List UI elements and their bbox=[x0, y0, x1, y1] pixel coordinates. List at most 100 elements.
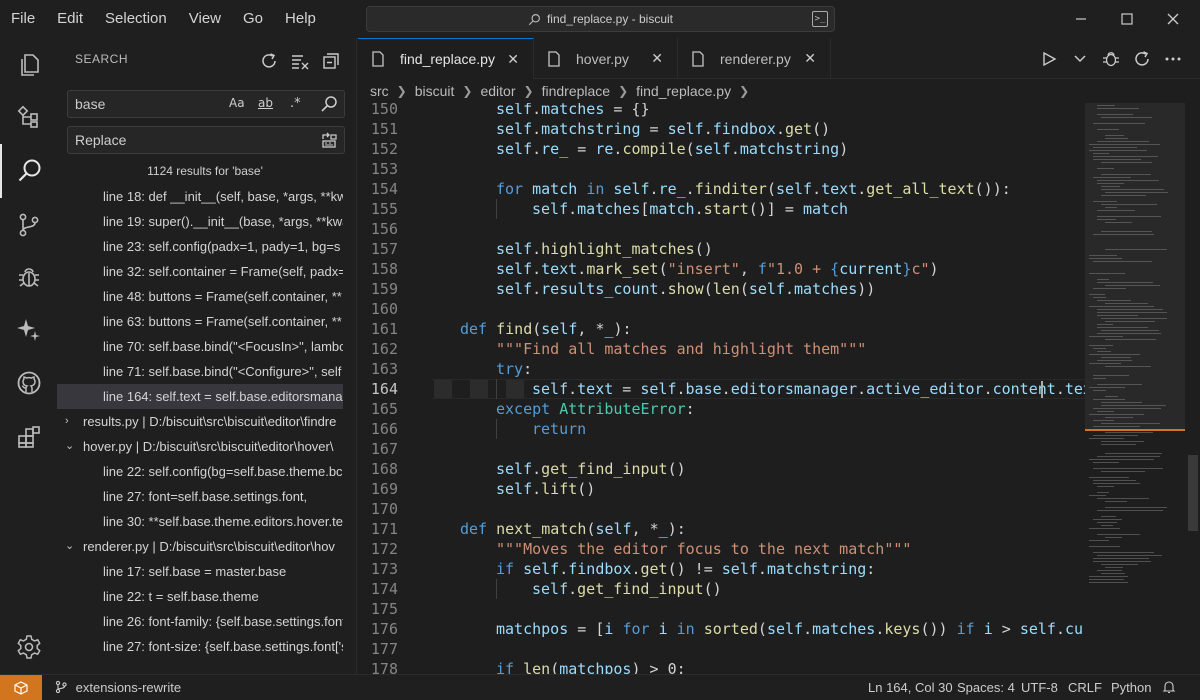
more-actions-button[interactable] bbox=[1162, 48, 1184, 70]
breadcrumb-item[interactable]: find_replace.py bbox=[636, 83, 731, 99]
source-control-button[interactable] bbox=[0, 198, 57, 252]
use-regex-toggle[interactable]: .* bbox=[290, 96, 301, 111]
outline-button[interactable] bbox=[0, 90, 57, 144]
tab-hover[interactable]: hover.py ✕ bbox=[534, 38, 678, 79]
search-input[interactable]: base Aa ab .* bbox=[67, 90, 345, 118]
result-line[interactable]: line 17: self.base = master.base bbox=[57, 559, 343, 584]
code-token: ( bbox=[685, 140, 695, 158]
result-line[interactable]: line 32: self.container = Frame(self, pa… bbox=[57, 259, 343, 284]
result-line[interactable]: line 63: buttons = Frame(self.container,… bbox=[57, 309, 343, 334]
result-line[interactable]: line 71: self.base.bind("<Configure>", s… bbox=[57, 359, 343, 384]
menu-edit[interactable]: Edit bbox=[46, 0, 94, 38]
code-token: . bbox=[775, 120, 785, 138]
code-token: try bbox=[496, 360, 524, 378]
search-go-button[interactable] bbox=[320, 95, 338, 116]
debug-run-button[interactable] bbox=[1100, 48, 1122, 70]
minimap-line bbox=[1101, 162, 1152, 163]
code-token: if bbox=[496, 660, 515, 674]
result-file-group[interactable]: › results.py | D:/biscuit\src\biscuit\edi… bbox=[57, 409, 343, 434]
code-token: def bbox=[460, 320, 488, 338]
minimap-line bbox=[1105, 339, 1156, 340]
minimap-line bbox=[1089, 150, 1147, 151]
result-line[interactable]: line 26: font-family: {self.base.setting… bbox=[57, 609, 343, 634]
menu-file[interactable]: File bbox=[0, 0, 46, 38]
encoding-status[interactable]: UTF-8 bbox=[1021, 675, 1058, 700]
close-tab-button[interactable]: ✕ bbox=[507, 51, 519, 68]
maximize-button[interactable] bbox=[1104, 0, 1150, 38]
result-line[interactable]: line 30: **self.base.theme.editors.hover… bbox=[57, 509, 343, 534]
search-view-button[interactable] bbox=[0, 144, 57, 198]
bug-icon bbox=[1103, 52, 1119, 67]
replace-all-button[interactable] bbox=[320, 131, 338, 152]
collapse-all-button[interactable] bbox=[320, 50, 342, 72]
code-token: . bbox=[658, 280, 668, 298]
close-window-button[interactable] bbox=[1150, 0, 1196, 38]
breadcrumb-item[interactable]: editor bbox=[480, 83, 515, 99]
settings-button[interactable] bbox=[0, 620, 57, 674]
breadcrumb-item[interactable]: findreplace bbox=[542, 83, 611, 99]
chevron-right-icon: ❯ bbox=[462, 84, 473, 98]
minimize-button[interactable] bbox=[1058, 0, 1104, 38]
result-line[interactable]: line 27: font=self.base.settings.font, bbox=[57, 484, 343, 509]
minimap-line bbox=[1093, 558, 1149, 559]
menu-selection[interactable]: Selection bbox=[94, 0, 178, 38]
text-cursor bbox=[1041, 381, 1043, 398]
branch-status[interactable]: extensions-rewrite bbox=[54, 675, 181, 700]
extensions-button[interactable] bbox=[0, 410, 57, 464]
restart-button[interactable] bbox=[1131, 48, 1153, 70]
explorer-button[interactable] bbox=[0, 38, 57, 92]
tab-find-replace[interactable]: find_replace.py ✕ bbox=[358, 38, 534, 79]
remote-button[interactable] bbox=[0, 675, 42, 700]
ai-assistant-button[interactable] bbox=[0, 302, 57, 356]
line-number: 178 bbox=[370, 660, 398, 674]
result-line[interactable]: line 70: self.base.bind("<FocusIn>", lam… bbox=[57, 334, 343, 359]
code-text: def find(self, *_): bbox=[460, 319, 632, 339]
result-file-group[interactable]: ⌄ hover.py | D:/biscuit\src\biscuit\edito… bbox=[57, 434, 343, 459]
result-line[interactable]: line 23: self.config(padx=1, pady=1, bg=… bbox=[57, 234, 343, 259]
line-ending-status[interactable]: CRLF bbox=[1068, 675, 1102, 700]
run-button[interactable] bbox=[1038, 48, 1060, 70]
breadcrumb-item[interactable]: src bbox=[370, 83, 389, 99]
language-status[interactable]: Python bbox=[1111, 675, 1151, 700]
result-line[interactable]: line 22: self.config(bg=self.base.theme.… bbox=[57, 459, 343, 484]
refresh-button[interactable] bbox=[258, 50, 280, 72]
search-icon bbox=[18, 159, 40, 182]
minimap-line bbox=[1093, 159, 1141, 160]
menu-view[interactable]: View bbox=[178, 0, 232, 38]
github-button[interactable] bbox=[0, 356, 57, 410]
run-options-button[interactable] bbox=[1069, 48, 1091, 70]
match-case-toggle[interactable]: Aa bbox=[229, 96, 245, 110]
result-line[interactable]: line 48: buttons = Frame(self.container,… bbox=[57, 284, 343, 309]
minimap-line bbox=[1089, 258, 1122, 259]
result-line[interactable]: line 18: def __init__(self, base, *args,… bbox=[57, 184, 343, 209]
menu-go[interactable]: Go bbox=[232, 0, 274, 38]
replace-input[interactable]: Replace bbox=[67, 126, 345, 154]
result-line[interactable]: line 27: font-size: {self.base.settings.… bbox=[57, 634, 343, 659]
code-token: self bbox=[496, 460, 533, 478]
result-file-group[interactable]: ⌄ renderer.py | D:/biscuit\src\biscuit\ed… bbox=[57, 534, 343, 559]
breadcrumb-item[interactable]: biscuit bbox=[415, 83, 455, 99]
menu-help[interactable]: Help bbox=[274, 0, 327, 38]
minimap-line bbox=[1105, 501, 1127, 502]
debug-button[interactable] bbox=[0, 250, 57, 304]
cursor-position[interactable]: Ln 164, Col 30 bbox=[868, 675, 953, 700]
indentation-status[interactable]: Spaces: 4 bbox=[957, 675, 1015, 700]
editor-scrollbar[interactable] bbox=[1185, 103, 1200, 674]
minimap[interactable] bbox=[1085, 103, 1185, 674]
scrollbar-thumb[interactable] bbox=[1188, 455, 1198, 531]
code-line: 154 for match in self.re_.finditer(self.t… bbox=[358, 179, 1085, 199]
terminal-icon[interactable]: >_ bbox=[812, 11, 828, 27]
notifications-button[interactable] bbox=[1162, 675, 1176, 700]
close-tab-button[interactable]: ✕ bbox=[804, 50, 816, 67]
result-line[interactable]: line 19: super().__init__(base, *args, *… bbox=[57, 209, 343, 234]
result-line[interactable]: line 22: t = self.base.theme bbox=[57, 584, 343, 609]
command-center[interactable]: find_replace.py - biscuit >_ bbox=[366, 6, 835, 32]
tab-renderer[interactable]: renderer.py ✕ bbox=[678, 38, 831, 79]
match-whole-word-toggle[interactable]: ab bbox=[258, 96, 273, 110]
close-tab-button[interactable]: ✕ bbox=[651, 50, 663, 67]
result-line[interactable]: line 164: self.text = self.base.editorsm… bbox=[57, 384, 343, 409]
clear-results-button[interactable] bbox=[289, 50, 311, 72]
code-token: matchpos bbox=[496, 620, 569, 638]
code-editor[interactable]: 150 self.matches = {} 151 self.matchstring … bbox=[358, 103, 1085, 674]
